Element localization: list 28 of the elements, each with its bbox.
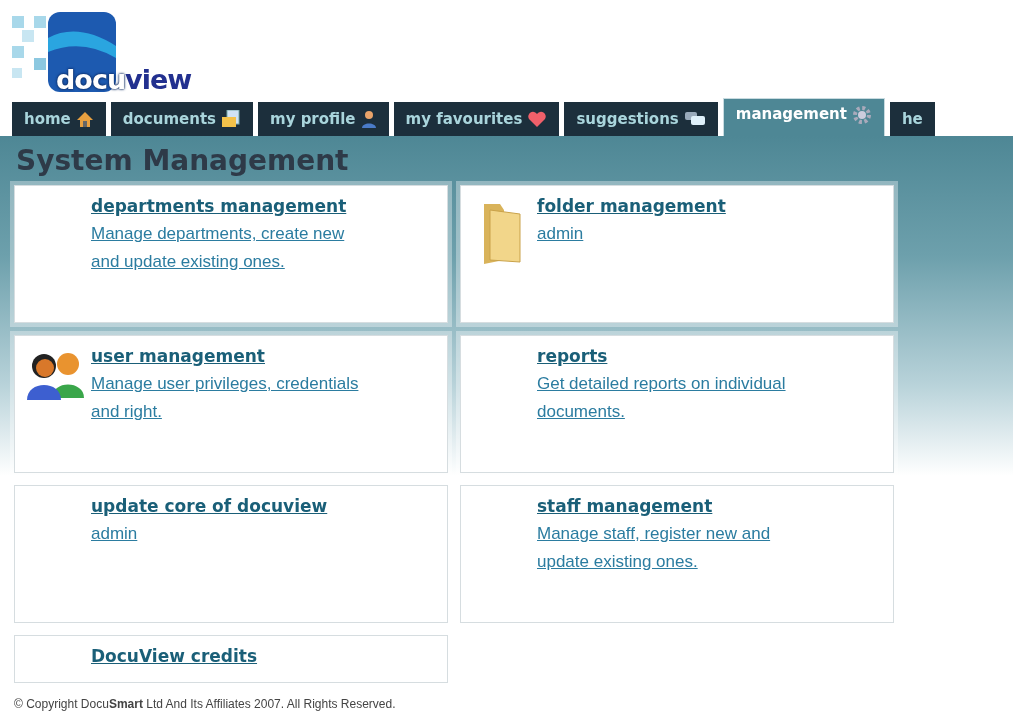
card-description-link[interactable]: admin (91, 520, 366, 548)
document-icon (221, 110, 241, 128)
person-icon (360, 110, 377, 128)
card-description-link[interactable]: admin (537, 220, 812, 248)
page-title: System Management (15, 143, 350, 179)
gear-icon (851, 105, 872, 125)
chat-icon (683, 110, 706, 128)
nav-tab[interactable]: home (12, 102, 106, 136)
nav-tab[interactable]: management (722, 98, 885, 136)
house-icon (75, 110, 94, 128)
nav-tab[interactable]: my favourites (393, 102, 560, 136)
card-title-link[interactable]: reports (537, 346, 812, 366)
card-description-link[interactable]: Manage departments, create new and update existing ones. (91, 220, 366, 276)
nav-tab[interactable]: suggestions (564, 102, 718, 136)
card-title-link[interactable]: folder management (537, 196, 812, 216)
card-description-link[interactable]: Manage staff, register new and update existing ones. (537, 520, 812, 576)
nav-tab[interactable]: he (889, 102, 935, 136)
heart-icon (527, 110, 548, 128)
card-description-link[interactable]: Manage user privileges, credentials and right. (91, 370, 366, 426)
card-title-link[interactable]: DocuView credits (91, 646, 258, 666)
card-description-link[interactable]: Get detailed reports on individual documents. (537, 370, 812, 426)
card-title-link[interactable]: user management (91, 346, 366, 366)
nav-tab[interactable]: my profile (258, 102, 389, 136)
nav-tab[interactable]: documents (110, 102, 253, 136)
card-title-link[interactable]: departments management (91, 196, 366, 216)
card-title-link[interactable]: update core of docuview (91, 496, 366, 516)
copyright-text: © Copyright DocuSmart Ltd And Its Affiliates 2007. All Rights Reserved. (14, 696, 397, 711)
card-title-link[interactable]: staff management (537, 496, 812, 516)
